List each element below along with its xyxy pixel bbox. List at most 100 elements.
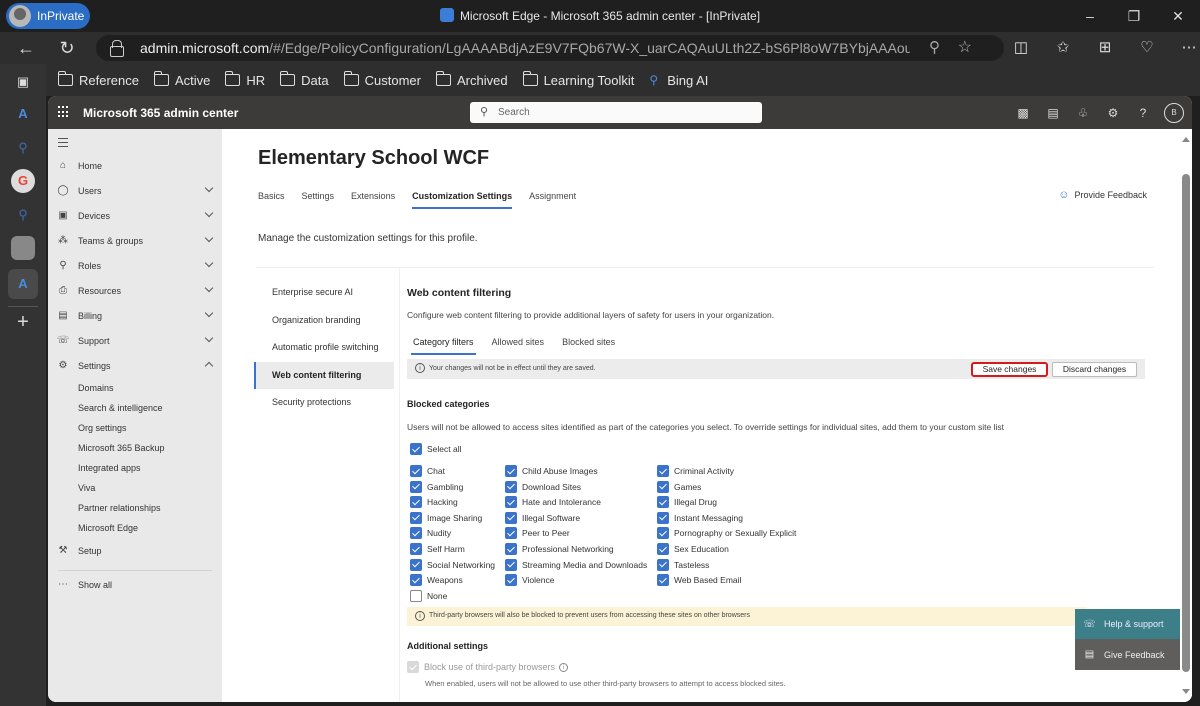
help-support-button[interactable]: ☏ Help & support bbox=[1075, 609, 1180, 639]
admin-app-active-icon[interactable]: A bbox=[8, 269, 38, 299]
category-checkbox-pornography-or-sexually-explicit[interactable]: Pornography or Sexually Explicit bbox=[657, 527, 796, 540]
minimize-button[interactable]: – bbox=[1068, 0, 1112, 32]
favorite-bing-ai[interactable]: ⚲ Bing AI bbox=[649, 73, 708, 88]
url-text[interactable]: admin.microsoft.com/#/Edge/PolicyConfigu… bbox=[140, 40, 910, 56]
zoom-out-icon[interactable]: ⚲ bbox=[929, 38, 940, 56]
category-checkbox-instant-messaging[interactable]: Instant Messaging bbox=[657, 511, 743, 524]
favorites-icon[interactable]: ✩ bbox=[1042, 32, 1084, 64]
nav-item-users[interactable]: ◯ Users bbox=[48, 178, 222, 203]
nav-item-teams-groups[interactable]: ⁂ Teams & groups bbox=[48, 228, 222, 253]
category-checkbox-web-based-email[interactable]: Web Based Email bbox=[657, 574, 741, 587]
nav-item-devices[interactable]: ▣ Devices bbox=[48, 203, 222, 228]
nav-sub-org-settings[interactable]: Org settings bbox=[78, 423, 127, 433]
nav-item-setup[interactable]: ⚒ Setup bbox=[48, 538, 222, 563]
browser-essentials-icon[interactable]: ♡ bbox=[1126, 32, 1168, 64]
nav-item-resources[interactable]: ⎙ Resources bbox=[48, 278, 222, 303]
collections-icon[interactable]: ⊞ bbox=[1084, 32, 1126, 64]
nav-item-support[interactable]: ☏ Support bbox=[48, 328, 222, 353]
subtab-category-filters[interactable]: Category filters bbox=[411, 337, 476, 355]
category-checkbox-weapons[interactable]: Weapons bbox=[410, 574, 463, 587]
subnav-web-content-filtering[interactable]: Web content filtering bbox=[254, 361, 394, 389]
google-icon[interactable]: G bbox=[11, 169, 35, 193]
nav-sub-viva[interactable]: Viva bbox=[78, 483, 95, 493]
document-icon[interactable]: ▤ bbox=[1038, 106, 1068, 120]
help-icon[interactable]: ? bbox=[1128, 106, 1158, 120]
nav-sub-integrated-apps[interactable]: Integrated apps bbox=[78, 463, 141, 473]
category-checkbox-illegal-software[interactable]: Illegal Software bbox=[505, 511, 580, 524]
category-checkbox-social-networking[interactable]: Social Networking bbox=[410, 558, 495, 571]
hamburger-menu-icon[interactable] bbox=[58, 138, 68, 150]
nav-item-settings[interactable]: ⚙ Settings bbox=[48, 353, 222, 378]
app-launcher-icon[interactable] bbox=[58, 106, 70, 118]
favorite-star-icon[interactable]: ☆ bbox=[958, 37, 972, 57]
scroll-thumb[interactable] bbox=[1182, 174, 1190, 672]
back-button[interactable]: ← bbox=[14, 36, 38, 60]
subtab-allowed-sites[interactable]: Allowed sites bbox=[492, 337, 545, 355]
scroll-down-icon[interactable] bbox=[1182, 689, 1190, 694]
search-input[interactable]: ⚲ Search bbox=[470, 102, 762, 123]
category-checkbox-sex-education[interactable]: Sex Education bbox=[657, 543, 729, 555]
nav-sub-m365-backup[interactable]: Microsoft 365 Backup bbox=[78, 443, 165, 453]
category-checkbox-self-harm[interactable]: Self Harm bbox=[410, 543, 465, 555]
category-checkbox-games[interactable]: Games bbox=[657, 480, 701, 493]
vertical-scrollbar[interactable] bbox=[1180, 129, 1192, 702]
category-checkbox-streaming-media-and-downloads[interactable]: Streaming Media and Downloads bbox=[505, 558, 647, 571]
app-title[interactable]: Microsoft 365 admin center bbox=[83, 106, 238, 120]
nav-sub-partner-relationships[interactable]: Partner relationships bbox=[78, 503, 161, 513]
subnav-enterprise-secure-ai[interactable]: Enterprise secure AI bbox=[254, 279, 394, 307]
admin-app-icon[interactable]: A bbox=[11, 102, 35, 126]
nav-sub-domains[interactable]: Domains bbox=[78, 383, 114, 393]
nav-item-home[interactable]: ⌂ Home bbox=[48, 153, 222, 178]
category-checkbox-download-sites[interactable]: Download Sites bbox=[505, 480, 581, 493]
split-screen-icon[interactable]: ◫ bbox=[1000, 32, 1042, 64]
subnav-automatic-profile-switching[interactable]: Automatic profile switching bbox=[254, 334, 394, 362]
category-checkbox-hacking[interactable]: Hacking bbox=[410, 496, 458, 509]
category-checkbox-gambling[interactable]: Gambling bbox=[410, 480, 463, 493]
category-checkbox-professional-networking[interactable]: Professional Networking bbox=[505, 543, 614, 555]
favorite-customer[interactable]: Customer bbox=[343, 71, 421, 88]
favorite-reference[interactable]: Reference bbox=[58, 71, 139, 88]
tab-extensions[interactable]: Extensions bbox=[351, 191, 395, 209]
nav-item-billing[interactable]: ▤ Billing bbox=[48, 303, 222, 328]
nav-sub-search-intelligence[interactable]: Search & intelligence bbox=[78, 403, 163, 413]
notifications-bell-icon[interactable]: ♧ bbox=[1068, 106, 1098, 120]
favorite-active[interactable]: Active bbox=[153, 71, 210, 88]
category-checkbox-tasteless[interactable]: Tasteless bbox=[657, 558, 709, 571]
category-checkbox-nudity[interactable]: Nudity bbox=[410, 527, 451, 540]
favorite-data[interactable]: Data bbox=[280, 71, 329, 88]
nav-item-roles[interactable]: ⚲ Roles bbox=[48, 253, 222, 278]
save-changes-button[interactable]: Save changes bbox=[971, 362, 1048, 377]
add-icon[interactable]: + bbox=[11, 310, 35, 334]
tab-actions-icon[interactable]: ▣ bbox=[11, 70, 35, 94]
checkbox-select-all[interactable]: Select all bbox=[410, 443, 462, 455]
subtab-blocked-sites[interactable]: Blocked sites bbox=[562, 337, 615, 355]
subnav-security-protections[interactable]: Security protections bbox=[254, 389, 394, 417]
info-icon[interactable]: i bbox=[559, 662, 569, 672]
tab-customization-settings[interactable]: Customization Settings bbox=[412, 191, 513, 209]
tab-settings[interactable]: Settings bbox=[302, 191, 335, 209]
category-checkbox-none[interactable]: None bbox=[410, 589, 447, 602]
web-app-icon[interactable] bbox=[11, 236, 35, 260]
category-checkbox-criminal-activity[interactable]: Criminal Activity bbox=[657, 465, 734, 477]
avatar[interactable]: B bbox=[1164, 102, 1184, 123]
favorite-hr[interactable]: HR bbox=[225, 71, 265, 88]
more-options-icon[interactable]: ⋯ bbox=[1168, 32, 1200, 64]
category-checkbox-chat[interactable]: Chat bbox=[410, 465, 445, 477]
gear-icon[interactable]: ⚙ bbox=[1098, 106, 1128, 120]
favorite-learning-toolkit[interactable]: Learning Toolkit bbox=[522, 71, 634, 88]
scroll-up-icon[interactable] bbox=[1182, 137, 1190, 142]
terminal-icon[interactable]: ▩ bbox=[1008, 106, 1038, 120]
subnav-organization-branding[interactable]: Organization branding bbox=[254, 307, 394, 335]
category-checkbox-image-sharing[interactable]: Image Sharing bbox=[410, 511, 482, 524]
nav-sub-microsoft-edge[interactable]: Microsoft Edge bbox=[78, 523, 138, 533]
category-checkbox-illegal-drug[interactable]: Illegal Drug bbox=[657, 496, 717, 509]
refresh-button[interactable]: ↻ bbox=[55, 36, 79, 60]
tab-basics[interactable]: Basics bbox=[258, 191, 285, 209]
category-checkbox-violence[interactable]: Violence bbox=[505, 574, 554, 587]
close-button[interactable]: ✕ bbox=[1156, 0, 1200, 32]
discard-changes-button[interactable]: Discard changes bbox=[1052, 362, 1137, 377]
category-checkbox-hate-and-intolerance[interactable]: Hate and Intolerance bbox=[505, 496, 601, 509]
tab-assignment[interactable]: Assignment bbox=[529, 191, 576, 209]
nav-item-show-all[interactable]: ⋯ Show all bbox=[48, 572, 222, 597]
category-checkbox-peer-to-peer[interactable]: Peer to Peer bbox=[505, 527, 570, 540]
